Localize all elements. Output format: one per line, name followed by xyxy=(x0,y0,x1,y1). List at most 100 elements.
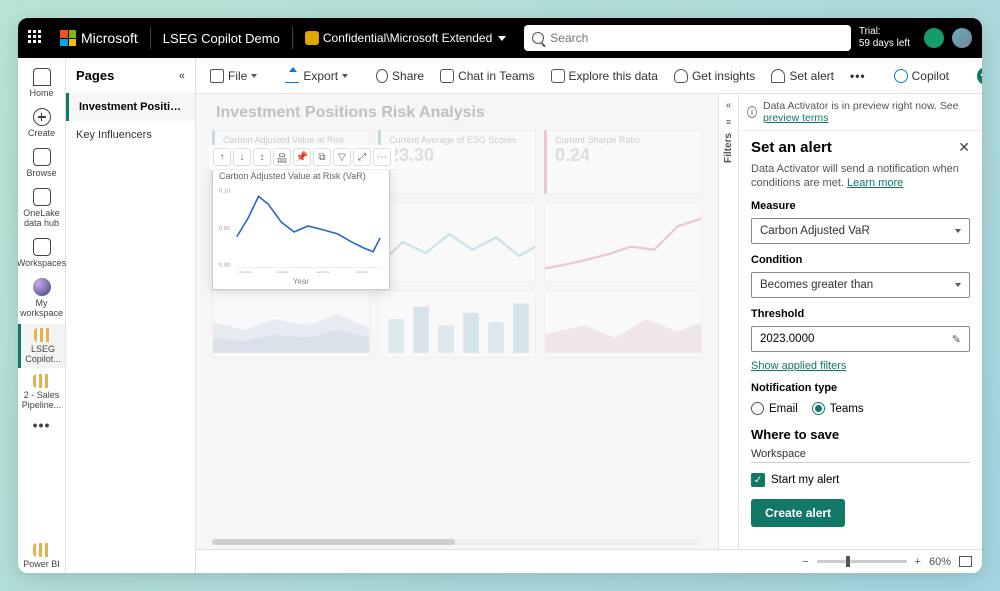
rail-onelake[interactable]: OneLake data hub xyxy=(18,184,65,232)
insights-button[interactable]: Get insights xyxy=(668,65,761,87)
avatar-icon xyxy=(33,278,51,296)
app-launcher-icon[interactable] xyxy=(28,30,44,46)
main-column: File Export Share Chat in Teams Explore … xyxy=(196,58,982,573)
ellipsis-icon: ••• xyxy=(33,420,51,430)
workspace-name[interactable]: LSEG Copilot Demo xyxy=(163,31,280,46)
svg-text:0.05: 0.05 xyxy=(219,226,231,232)
divider xyxy=(292,27,293,49)
filter-icon: ≡ xyxy=(726,117,731,127)
expand-button[interactable]: ↕ xyxy=(253,148,271,166)
hierarchy-button[interactable]: 品 xyxy=(273,148,291,166)
sensitivity-dropdown[interactable]: Confidential\Microsoft Extended xyxy=(305,31,506,45)
visual-focus-card[interactable]: ↑ ↓ ↕ 品 📌 ⧉ ▽ ⤢ ⋯ Carbon Adjusted Value … xyxy=(212,166,390,290)
set-alert-button[interactable]: Set alert xyxy=(765,65,840,87)
more-button[interactable]: ⋯ xyxy=(373,148,391,166)
measure-dropdown[interactable]: Carbon Adjusted VaR xyxy=(751,218,970,244)
filters-collapsed-tab[interactable]: « ≡ Filters xyxy=(718,94,738,549)
user-avatar[interactable] xyxy=(952,28,972,48)
drill-down-button[interactable]: ↓ xyxy=(233,148,251,166)
refresh-button[interactable] xyxy=(971,63,982,89)
rail-my-workspace[interactable]: My workspace xyxy=(18,274,65,322)
page-investment-positions[interactable]: Investment Positions Ri... xyxy=(66,93,195,121)
zoom-slider[interactable] xyxy=(817,560,907,563)
create-alert-button[interactable]: Create alert xyxy=(751,499,845,527)
show-filters-link[interactable]: Show applied filters xyxy=(751,360,970,372)
edit-icon[interactable]: ✎ xyxy=(952,333,961,346)
rail-create[interactable]: Create xyxy=(18,104,65,142)
focus-button[interactable]: ⤢ xyxy=(353,148,371,166)
home-icon xyxy=(33,68,51,86)
copilot-button[interactable]: Copilot xyxy=(888,65,955,87)
report-title: Investment Positions Risk Analysis xyxy=(216,104,485,122)
svg-text:0.00: 0.00 xyxy=(219,263,231,269)
plus-icon xyxy=(33,108,51,126)
app-body: Home Create Browse OneLake data hub Work… xyxy=(18,58,982,573)
pane-title: Set an alert xyxy=(751,139,832,156)
slider-thumb[interactable] xyxy=(846,556,850,567)
rail-workspaces[interactable]: Workspaces xyxy=(18,234,65,272)
threshold-input[interactable]: ✎ xyxy=(751,326,970,352)
chat-teams-button[interactable]: Chat in Teams xyxy=(434,65,540,87)
area-chart[interactable] xyxy=(212,290,370,358)
preview-terms-link[interactable]: preview terms xyxy=(763,112,828,124)
pages-panel: Pages « Investment Positions Ri... Key I… xyxy=(66,58,196,573)
line-chart[interactable] xyxy=(378,202,536,282)
radio-icon xyxy=(751,402,764,415)
export-icon xyxy=(285,69,299,83)
share-icon xyxy=(376,69,388,83)
zoom-percent: 60% xyxy=(929,556,951,568)
search-input[interactable] xyxy=(550,31,843,45)
collapse-icon[interactable]: « xyxy=(179,70,185,82)
learn-more-link[interactable]: Learn more xyxy=(847,177,903,189)
shield-icon xyxy=(305,31,319,45)
area-chart[interactable] xyxy=(544,290,702,358)
svg-text:0.10: 0.10 xyxy=(219,188,231,194)
horizontal-scrollbar[interactable] xyxy=(212,539,698,545)
filter-button[interactable]: ▽ xyxy=(333,148,351,166)
chevron-down-icon xyxy=(251,74,257,78)
explore-button[interactable]: Explore this data xyxy=(545,65,664,87)
radio-teams[interactable]: Teams xyxy=(812,402,864,415)
export-menu[interactable]: Export xyxy=(279,65,354,87)
kpi-tile[interactable]: Current Sharpe Ratio0.24 xyxy=(544,130,702,194)
radio-email[interactable]: Email xyxy=(751,402,798,415)
fit-to-page-button[interactable] xyxy=(959,556,972,567)
zoom-in-button[interactable]: + xyxy=(915,556,921,568)
threshold-field[interactable] xyxy=(760,333,952,345)
rail-sales[interactable]: 2 - Sales Pipeline... xyxy=(18,370,65,414)
share-button[interactable]: Share xyxy=(370,65,430,87)
more-button[interactable]: ••• xyxy=(844,65,872,87)
file-menu[interactable]: File xyxy=(204,65,263,87)
preview-banner: i Data Activator is in preview right now… xyxy=(739,94,982,131)
onelake-icon xyxy=(33,188,51,206)
presence-icon[interactable] xyxy=(924,28,944,48)
folder-icon xyxy=(33,148,51,166)
scrollbar-thumb[interactable] xyxy=(212,539,455,545)
rail-more[interactable]: ••• xyxy=(18,416,65,434)
x-axis-label: Year xyxy=(213,277,389,289)
condition-dropdown[interactable]: Becomes greater than xyxy=(751,272,970,298)
search-box[interactable] xyxy=(524,25,851,51)
checkbox-icon: ✓ xyxy=(751,473,765,487)
kpi-tile[interactable]: Current Average of ESG Scores23.30 xyxy=(378,130,536,194)
start-alert-checkbox-row[interactable]: ✓ Start my alert xyxy=(751,473,970,487)
line-chart[interactable] xyxy=(544,202,702,282)
rail-browse[interactable]: Browse xyxy=(18,144,65,182)
rail-powerbi[interactable]: Power BI xyxy=(18,539,65,573)
condition-label: Condition xyxy=(751,254,970,266)
svg-text:2023: 2023 xyxy=(355,271,369,273)
report-icon xyxy=(34,328,52,342)
zoom-out-button[interactable]: − xyxy=(802,556,808,568)
drill-up-button[interactable]: ↑ xyxy=(213,148,231,166)
chevron-down-icon xyxy=(498,36,506,41)
header-bar: Microsoft LSEG Copilot Demo Confidential… xyxy=(18,18,982,58)
rail-lseg[interactable]: LSEG Copilot... xyxy=(18,324,65,368)
filters-label: Filters xyxy=(723,133,734,163)
page-key-influencers[interactable]: Key Influencers xyxy=(66,121,195,149)
rail-home[interactable]: Home xyxy=(18,64,65,102)
copy-button[interactable]: ⧉ xyxy=(313,148,331,166)
close-button[interactable]: ✕ xyxy=(958,139,970,156)
pin-button[interactable]: 📌 xyxy=(293,148,311,166)
bar-chart[interactable] xyxy=(378,290,536,358)
svg-text:2021: 2021 xyxy=(276,271,289,273)
